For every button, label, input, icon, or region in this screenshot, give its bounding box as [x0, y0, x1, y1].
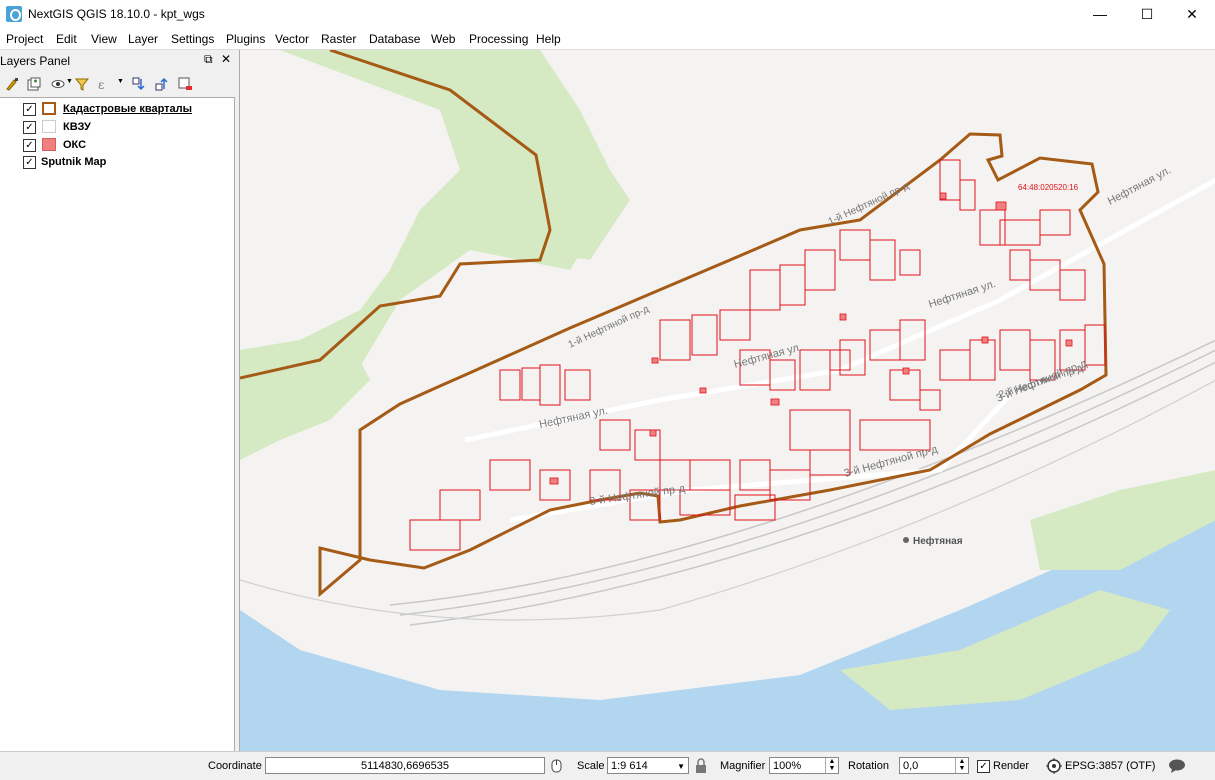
rotation-value: 0,0 — [903, 760, 919, 772]
layer-checkbox[interactable]: ✓ — [23, 103, 36, 116]
mouse-coordinate-toggle-icon[interactable] — [549, 758, 565, 774]
menu-vector[interactable]: Vector — [275, 32, 309, 46]
menu-database[interactable]: Database — [369, 32, 420, 46]
street-label: Нефтяная ул. — [1106, 164, 1173, 207]
close-button[interactable]: ✕ — [1169, 0, 1215, 29]
magnifier-label: Magnifier — [720, 760, 766, 772]
menu-web[interactable]: Web — [431, 32, 455, 46]
layer-name: ОКС — [63, 139, 87, 151]
cadastral-id-label: 64:48:020520:16 — [1018, 183, 1079, 192]
window-title: NextGIS QGIS 18.10.0 - kpt_wgs — [28, 7, 205, 21]
scale-label: Scale — [577, 760, 605, 772]
street-label: 1-й Нефтяной пр-д — [566, 303, 651, 351]
layer-row-oks[interactable]: ✓ ОКС — [0, 137, 234, 154]
add-group-icon[interactable] — [26, 76, 42, 92]
street-label: 3-й Нефтяной пр-д — [589, 483, 687, 508]
menu-project[interactable]: Project — [6, 32, 43, 46]
expression-filter-icon[interactable]: ε — [96, 76, 112, 92]
render-checkbox[interactable]: ✓ — [977, 760, 990, 773]
station-icon — [903, 537, 909, 543]
filter-icon[interactable] — [74, 76, 90, 92]
layer-checkbox[interactable]: ✓ — [23, 156, 36, 169]
expand-all-icon[interactable] — [131, 76, 147, 92]
expression-dropdown-icon[interactable]: ▼ — [117, 78, 124, 85]
menu-settings[interactable]: Settings — [171, 32, 214, 46]
street-label: Нефтяная ул. — [733, 341, 804, 371]
qgis-app-icon — [6, 6, 22, 22]
menu-help[interactable]: Help — [536, 32, 561, 46]
layers-toolbar: ▼ ε ▼ — [0, 72, 235, 96]
magnifier-spinbox[interactable]: 100% ▲ ▼ — [769, 757, 839, 774]
panel-close-button[interactable]: ✕ — [221, 52, 231, 66]
street-label: 1-й Нефтяной пр-д — [826, 180, 911, 228]
collapse-all-icon[interactable] — [154, 76, 170, 92]
layer-name: Sputnik Map — [41, 156, 107, 168]
messages-icon[interactable] — [1168, 759, 1186, 773]
layer-tree: ✓ Кадастровые кварталы ✓ КВЗУ ✓ ОКС ✓ Sp… — [0, 97, 235, 753]
rotation-label: Rotation — [848, 760, 889, 772]
layer-symbol — [42, 138, 56, 151]
menu-layer[interactable]: Layer — [128, 32, 158, 46]
chevron-down-icon[interactable]: ▼ — [677, 758, 685, 775]
remove-layer-icon[interactable] — [177, 76, 193, 92]
spin-arrows-icon[interactable]: ▲ ▼ — [955, 758, 968, 773]
scale-value: 1:9 614 — [611, 760, 648, 772]
magnifier-value: 100% — [773, 760, 802, 772]
station-label: Нефтяная — [913, 535, 963, 547]
visibility-eye-icon[interactable] — [50, 76, 66, 92]
street-label: 3-й Нефтяной пр-д — [995, 357, 1089, 404]
panel-float-button[interactable]: ⧉ — [204, 52, 213, 67]
layer-symbol — [42, 102, 56, 115]
style-manager-icon[interactable] — [4, 76, 20, 92]
layers-panel-title: Layers Panel — [0, 54, 71, 68]
street-label: Нефтяная ул. — [538, 405, 609, 431]
render-label: Render — [993, 760, 1030, 772]
menu-processing[interactable]: Processing — [469, 32, 528, 46]
status-bar: Coordinate 5114830,6696535 Scale 1:9 614… — [0, 751, 1215, 780]
coordinate-field[interactable]: 5114830,6696535 — [265, 757, 545, 774]
svg-text:ε: ε — [98, 78, 104, 92]
crs-label[interactable]: EPSG:3857 (OTF) — [1065, 760, 1155, 772]
title-bar: NextGIS QGIS 18.10.0 - kpt_wgs — ☐ ✕ — [0, 0, 1215, 29]
layer-row-sputnik[interactable]: ✓ Sputnik Map — [0, 154, 234, 171]
menu-raster[interactable]: Raster — [321, 32, 356, 46]
layer-row-kvzu[interactable]: ✓ КВЗУ — [0, 119, 234, 136]
menu-view[interactable]: View — [91, 32, 117, 46]
lock-icon[interactable] — [694, 758, 708, 774]
map-canvas[interactable]: 64:48:020520:16 Нефтяная ул. Нефтяная ул… — [239, 50, 1215, 751]
layers-panel: Layers Panel ⧉ ✕ ▼ ε ▼ ✓ Кадастровые ква… — [0, 50, 235, 753]
layer-name: КВЗУ — [63, 121, 91, 133]
layer-name: Кадастровые кварталы — [63, 103, 193, 115]
spin-arrows-icon[interactable]: ▲ ▼ — [825, 758, 838, 773]
rotation-spinbox[interactable]: 0,0 ▲ ▼ — [899, 757, 969, 774]
layer-symbol — [42, 120, 56, 133]
map-svg: 64:48:020520:16 Нефтяная ул. Нефтяная ул… — [240, 50, 1215, 751]
layer-row-cadastral[interactable]: ✓ Кадастровые кварталы — [0, 101, 234, 118]
scale-combobox[interactable]: 1:9 614 ▼ — [607, 757, 689, 774]
crs-globe-icon[interactable] — [1046, 758, 1062, 774]
layer-checkbox[interactable]: ✓ — [23, 121, 36, 134]
maximize-button[interactable]: ☐ — [1124, 0, 1170, 29]
eye-dropdown-icon[interactable]: ▼ — [66, 78, 73, 85]
menu-edit[interactable]: Edit — [56, 32, 77, 46]
menu-plugins[interactable]: Plugins — [226, 32, 265, 46]
menu-bar: Project Edit View Layer Settings Plugins… — [0, 29, 1215, 50]
minimize-button[interactable]: — — [1077, 0, 1123, 29]
coordinate-label: Coordinate — [208, 760, 262, 772]
layer-checkbox[interactable]: ✓ — [23, 139, 36, 152]
